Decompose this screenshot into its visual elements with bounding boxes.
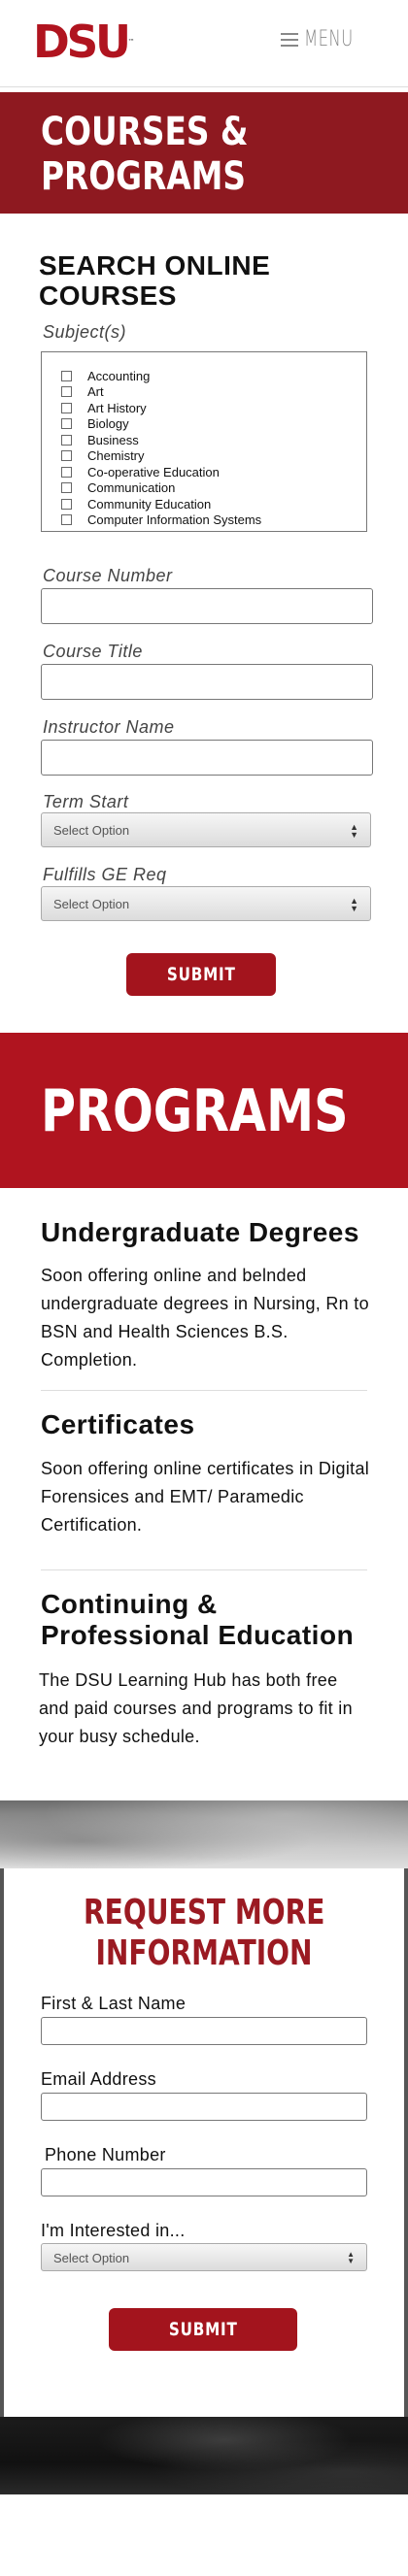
subject-label: Computer Information Systems <box>87 512 262 528</box>
subject-option[interactable]: Communication <box>61 480 366 497</box>
course-number-label: Course Number <box>43 566 173 585</box>
instructor-input[interactable] <box>41 740 373 776</box>
subject-checkbox[interactable] <box>61 450 72 462</box>
term-start-select[interactable]: Select Option ▲ ▼ <box>41 812 371 847</box>
background-photo-top <box>0 1800 408 1868</box>
subject-checkbox[interactable] <box>61 434 72 446</box>
subject-option[interactable]: Co-operative Education <box>61 464 366 480</box>
request-submit-label: SUBMIT <box>168 2319 238 2340</box>
search-submit-label: SUBMIT <box>166 964 236 985</box>
interest-select[interactable]: Select Option ▲ ▼ <box>41 2243 367 2271</box>
hamburger-icon <box>280 32 298 47</box>
subject-option[interactable]: Business <box>61 432 366 448</box>
interest-label: I'm Interested in... <box>41 2221 186 2240</box>
site-header: DSU™ MENU <box>0 0 408 87</box>
programs-banner-title: Programs <box>41 1077 349 1145</box>
email-label: Email Address <box>41 2069 156 2089</box>
course-number-input[interactable] <box>41 588 373 624</box>
subject-option[interactable]: Biology <box>61 416 366 433</box>
select-arrows-icon: ▲ ▼ <box>350 822 358 840</box>
subject-label: Business <box>87 432 139 447</box>
request-info-heading: Request More Information <box>0 1893 408 1974</box>
subject-label: Accounting <box>87 368 151 383</box>
email-input[interactable] <box>41 2093 367 2121</box>
subject-checkbox[interactable] <box>61 498 72 510</box>
instructor-label: Instructor Name <box>43 717 175 737</box>
logo-trademark: ™ <box>127 38 135 46</box>
background-photo-bottom <box>0 2417 408 2494</box>
subject-checkbox[interactable] <box>61 386 72 398</box>
subject-checkbox[interactable] <box>61 370 72 381</box>
courses-banner: Courses & Programs <box>0 92 408 214</box>
subject-option[interactable]: Computer Information Systems <box>61 512 366 529</box>
subject-checkbox[interactable] <box>61 482 72 494</box>
section-divider <box>41 1569 367 1570</box>
ge-req-select[interactable]: Select Option ▲ ▼ <box>41 886 371 921</box>
subject-option[interactable]: Art <box>61 384 366 401</box>
course-title-label: Course Title <box>43 642 143 661</box>
subject-checkbox[interactable] <box>61 514 72 526</box>
subject-option[interactable]: Chemistry <box>61 448 366 465</box>
select-arrows-icon: ▲ ▼ <box>350 896 358 913</box>
request-submit-button[interactable]: SUBMIT <box>109 2308 297 2351</box>
program-title-continuing-ed: Continuing & Professional Education <box>41 1589 355 1650</box>
program-text-certificates: Soon offering online certificates in Dig… <box>41 1459 370 1535</box>
term-start-label: Term Start <box>43 792 129 811</box>
term-start-value: Select Option <box>53 823 130 838</box>
program-title-certificates: Certificates <box>41 1409 195 1439</box>
subject-label: Art <box>87 384 104 400</box>
subject-label: Communication <box>87 480 176 496</box>
name-label: First & Last Name <box>41 1994 187 2013</box>
name-input[interactable] <box>41 2017 367 2045</box>
programs-banner: Programs <box>0 1033 408 1188</box>
program-text-undergraduate: Soon offering online and belnded undergr… <box>41 1266 369 1370</box>
dsu-logo[interactable]: DSU™ <box>33 19 135 64</box>
ge-req-label: Fulfills GE Req <box>43 865 167 884</box>
subject-label: Biology <box>87 416 129 432</box>
interest-value: Select Option <box>53 2251 130 2265</box>
ge-req-value: Select Option <box>53 897 130 911</box>
subject-option[interactable]: Art History <box>61 400 366 416</box>
subjects-list[interactable]: Accounting Art Art History Biology Business C… <box>41 351 367 532</box>
search-submit-button[interactable]: SUBMIT <box>126 953 276 996</box>
subject-checkbox[interactable] <box>61 418 72 430</box>
subject-option[interactable]: Accounting <box>61 368 366 384</box>
phone-label: Phone Number <box>45 2145 166 2164</box>
subject-option[interactable]: Community Education <box>61 496 366 512</box>
phone-input[interactable] <box>41 2168 367 2196</box>
program-text-continuing-ed: The DSU Learning Hub has both free and p… <box>39 1670 353 1746</box>
menu-label: MENU <box>303 27 354 51</box>
subjects-label: Subject(s) <box>43 322 127 342</box>
request-heading-line1: Request More <box>83 1893 325 1932</box>
subject-label: Co-operative Education <box>87 464 220 479</box>
section-divider <box>41 1390 367 1391</box>
subject-label: Art History <box>87 400 147 415</box>
course-title-input[interactable] <box>41 664 373 700</box>
courses-banner-title: Courses & Programs <box>41 110 249 199</box>
subject-label: Community Education <box>87 496 212 512</box>
logo-text: DSU <box>33 16 131 68</box>
menu-button[interactable]: MENU <box>280 27 369 51</box>
subject-checkbox[interactable] <box>61 466 72 478</box>
select-arrows-icon: ▲ ▼ <box>347 2250 355 2265</box>
program-title-undergraduate: Undergraduate Degrees <box>41 1217 359 1247</box>
subject-label: Chemistry <box>87 448 145 464</box>
search-heading: Search Online Courses <box>39 250 271 311</box>
subject-checkbox[interactable] <box>61 402 72 413</box>
request-heading-line2: Information <box>95 1933 313 1973</box>
